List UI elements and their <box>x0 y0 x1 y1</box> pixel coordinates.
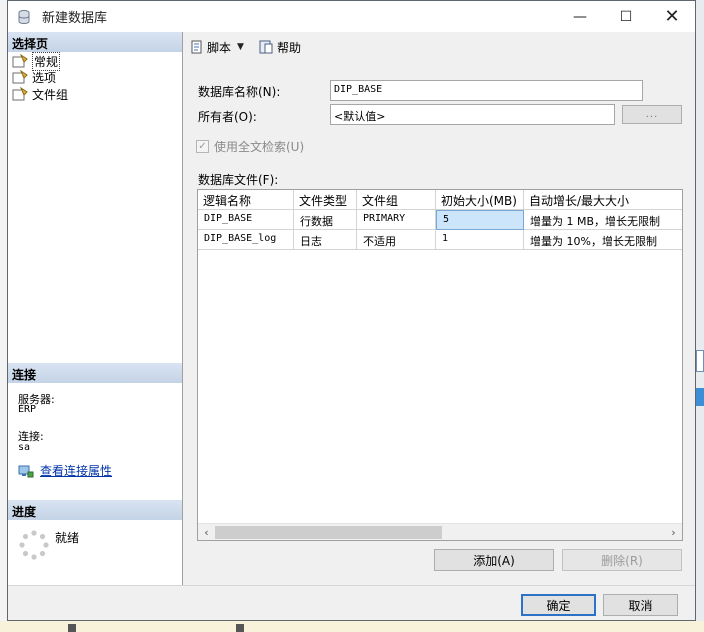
view-connection-properties-label[interactable]: 查看连接属性 <box>40 462 112 479</box>
script-label: 脚本 <box>207 40 232 55</box>
database-name-input[interactable]: DIP_BASE <box>330 80 643 101</box>
page-label: 文件组 <box>32 87 69 102</box>
fulltext-label: 使用全文检索(U) <box>214 140 305 154</box>
fulltext-checkbox[interactable]: ✓ <box>196 140 209 153</box>
page-general[interactable]: 常规 <box>12 51 61 71</box>
title-bar[interactable]: 新建数据库 — ☐ ✕ <box>8 1 695 32</box>
horizontal-scrollbar[interactable]: ‹ › <box>198 523 682 540</box>
help-icon <box>259 40 273 54</box>
script-icon <box>191 40 202 54</box>
script-button[interactable]: 脚本 ▼ <box>184 36 248 58</box>
initial-size-cell[interactable]: 5 <box>436 210 524 230</box>
database-files-grid[interactable]: 逻辑名称 文件类型 文件组 初始大小(MB) 自动增长/最大大小 DIP_BAS… <box>197 189 683 541</box>
progress-header: 进度 <box>8 500 182 520</box>
select-page-header: 选择页 <box>8 32 182 52</box>
ok-button[interactable]: 确定 <box>521 594 596 616</box>
owner-input[interactable]: <默认值> <box>330 104 615 125</box>
background-selection <box>696 388 704 406</box>
background-marker <box>236 624 244 632</box>
file-type-cell[interactable]: 行数据 <box>294 210 357 230</box>
grid-header-row: 逻辑名称 文件类型 文件组 初始大小(MB) 自动增长/最大大小 <box>198 190 682 210</box>
view-connection-properties-link[interactable]: 查看连接属性 <box>18 462 112 479</box>
logical-name-cell[interactable]: DIP_BASE_log <box>198 230 294 250</box>
fulltext-checkbox-row[interactable]: ✓ 使用全文检索(U) <box>196 138 304 155</box>
owner-label: 所有者(O): <box>198 110 257 124</box>
background-marker <box>68 624 76 632</box>
cancel-button[interactable]: 取消 <box>603 594 678 616</box>
progress-spinner-icon <box>19 530 49 560</box>
scroll-left-icon[interactable]: ‹ <box>198 524 215 540</box>
progress-status: 就绪 <box>55 531 80 545</box>
background-dropdown <box>696 350 704 372</box>
minimize-button[interactable]: — <box>557 1 603 32</box>
page-label: 选项 <box>32 70 57 85</box>
column-header[interactable]: 文件组 <box>357 190 436 210</box>
background-app-right <box>696 0 704 632</box>
chevron-down-icon[interactable]: ▼ <box>237 42 244 52</box>
help-label: 帮助 <box>276 40 301 55</box>
close-button[interactable]: ✕ <box>649 1 695 32</box>
table-row[interactable]: DIP_BASE 行数据 PRIMARY 5 增量为 1 MB，增长无限制 <box>198 210 682 230</box>
column-header[interactable]: 逻辑名称 <box>198 190 294 210</box>
column-header[interactable]: 初始大小(MB) <box>436 190 524 210</box>
window-title: 新建数据库 <box>42 11 108 26</box>
help-button[interactable]: 帮助 <box>254 36 305 58</box>
database-name-label: 数据库名称(N): <box>198 85 281 99</box>
filegroup-cell[interactable]: PRIMARY <box>357 210 436 230</box>
close-icon: ✕ <box>664 6 680 27</box>
column-header[interactable]: 自动增长/最大大小 <box>524 190 682 210</box>
database-icon <box>18 9 30 24</box>
scroll-right-icon[interactable]: › <box>665 524 682 540</box>
file-type-cell[interactable]: 日志 <box>294 230 357 250</box>
page-settings-icon <box>12 70 28 84</box>
database-files-label: 数据库文件(F): <box>198 173 279 187</box>
connection-properties-icon <box>18 465 34 477</box>
column-header[interactable]: 文件类型 <box>294 190 357 210</box>
page-filegroups[interactable]: 文件组 <box>12 86 68 102</box>
add-button[interactable]: 添加(A) <box>434 549 554 571</box>
toolbar: 脚本 ▼ 帮助 <box>184 32 695 62</box>
background-app-bottom <box>0 621 704 632</box>
left-pane: 选择页 常规 选项 文件组 连接 服务器: ERP 连接: sa 查看连接属性 … <box>8 32 183 585</box>
page-settings-icon <box>12 87 28 101</box>
scrollbar-thumb[interactable] <box>215 526 442 539</box>
maximize-button[interactable]: ☐ <box>603 1 649 32</box>
browse-owner-button[interactable]: ... <box>622 105 682 124</box>
new-database-dialog: 新建数据库 — ☐ ✕ 选择页 常规 选项 文件组 连接 服务器: ERP 连接… <box>7 0 696 621</box>
connection-header: 连接 <box>8 363 182 383</box>
page-settings-icon <box>12 54 28 68</box>
minimize-icon: — <box>573 8 587 25</box>
connection-value: sa <box>18 442 31 453</box>
page-options[interactable]: 选项 <box>12 69 56 85</box>
initial-size-cell[interactable]: 1 <box>436 230 524 250</box>
server-value: ERP <box>18 404 37 415</box>
table-row[interactable]: DIP_BASE_log 日志 不适用 1 增量为 10%，增长无限制 <box>198 230 682 250</box>
maximize-icon: ☐ <box>619 8 633 25</box>
logical-name-cell[interactable]: DIP_BASE <box>198 210 294 230</box>
filegroup-cell[interactable]: 不适用 <box>357 230 436 250</box>
autogrowth-cell[interactable]: 增量为 1 MB，增长无限制 <box>524 210 682 230</box>
autogrowth-cell[interactable]: 增量为 10%，增长无限制 <box>524 230 682 250</box>
remove-button[interactable]: 删除(R) <box>562 549 682 571</box>
